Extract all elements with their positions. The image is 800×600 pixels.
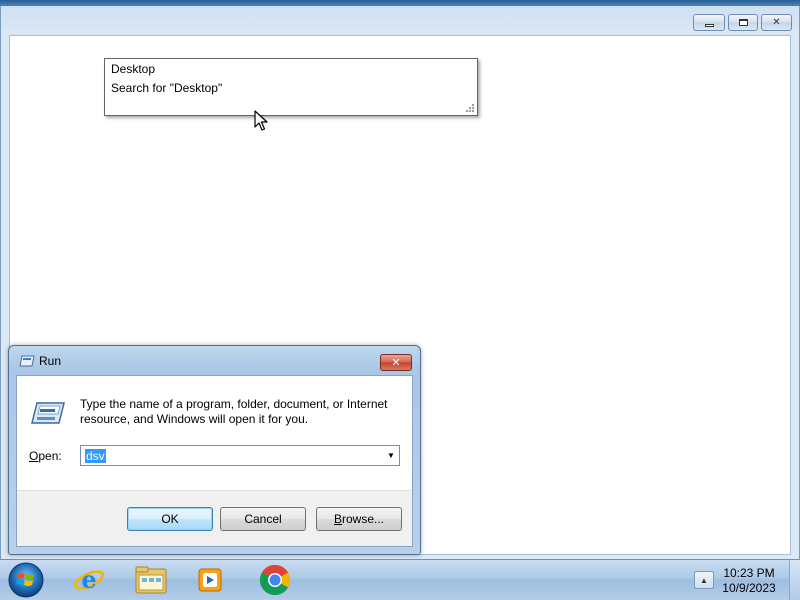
browse-button[interactable]: Browse... [316, 507, 402, 531]
windows-media-player-icon [198, 568, 222, 592]
run-dialog-content: Type the name of a program, folder, docu… [17, 376, 412, 491]
clock-date: 10/9/2023 [722, 581, 776, 595]
clock-time: 10:23 PM [723, 566, 775, 580]
mouse-cursor-icon [254, 110, 268, 131]
cancel-button[interactable]: Cancel [220, 507, 306, 531]
taskbar: e ▲ 10:23 PM 10/9/2023 [0, 559, 800, 600]
taskbar-clock[interactable]: 10:23 PM 10/9/2023 [716, 566, 782, 596]
windows-explorer-icon [135, 566, 167, 594]
taskbar-internet-explorer[interactable]: e [69, 562, 109, 598]
svg-text:e: e [81, 565, 96, 594]
maximize-icon [738, 19, 748, 26]
run-title-icon [19, 355, 35, 367]
close-icon: ✕ [391, 356, 401, 369]
show-desktop-button[interactable] [789, 560, 800, 600]
start-button[interactable] [6, 561, 46, 599]
window-minimize-button[interactable] [693, 14, 725, 31]
run-dialog-body: Type the name of a program, folder, docu… [16, 375, 413, 547]
open-label-text: pen: [38, 449, 62, 463]
browse-label-accel: B [333, 512, 342, 526]
run-description: Type the name of a program, folder, docu… [80, 397, 388, 426]
close-icon: ✕ [772, 17, 781, 28]
show-hidden-icons-button[interactable]: ▲ [694, 571, 714, 589]
internet-explorer-icon: e [73, 565, 105, 594]
chrome-icon [259, 564, 291, 596]
window-close-button[interactable]: ✕ [761, 14, 792, 31]
run-dialog-title: Run [39, 354, 62, 368]
ok-button[interactable]: OK [127, 507, 213, 531]
suggestion-item-desktop[interactable]: Desktop [111, 62, 155, 76]
run-program-icon [31, 402, 65, 424]
run-close-button[interactable]: ✕ [380, 354, 412, 371]
chevron-down-icon[interactable]: ▼ [385, 449, 397, 462]
open-combobox[interactable]: dsv ▼ [80, 445, 400, 466]
taskbar-chrome[interactable] [255, 562, 295, 598]
chevron-up-icon: ▲ [700, 575, 708, 585]
open-input-value[interactable]: dsv [85, 449, 106, 463]
taskbar-windows-explorer[interactable] [131, 562, 171, 598]
browse-label-text: rowse... [342, 512, 385, 526]
window-maximize-button[interactable] [728, 14, 758, 31]
run-dialog: Run ✕ Type the name of a program, folder… [8, 345, 421, 555]
taskbar-media-player[interactable] [190, 562, 230, 598]
search-suggestions-dropdown: Desktop Search for "Desktop" [104, 58, 478, 116]
open-label: Open: [29, 449, 62, 463]
suggestion-item-search-for[interactable]: Search for "Desktop" [111, 81, 222, 95]
open-label-accel: O [29, 449, 39, 463]
resize-grip-icon[interactable] [465, 103, 475, 113]
minimize-icon [704, 24, 714, 27]
